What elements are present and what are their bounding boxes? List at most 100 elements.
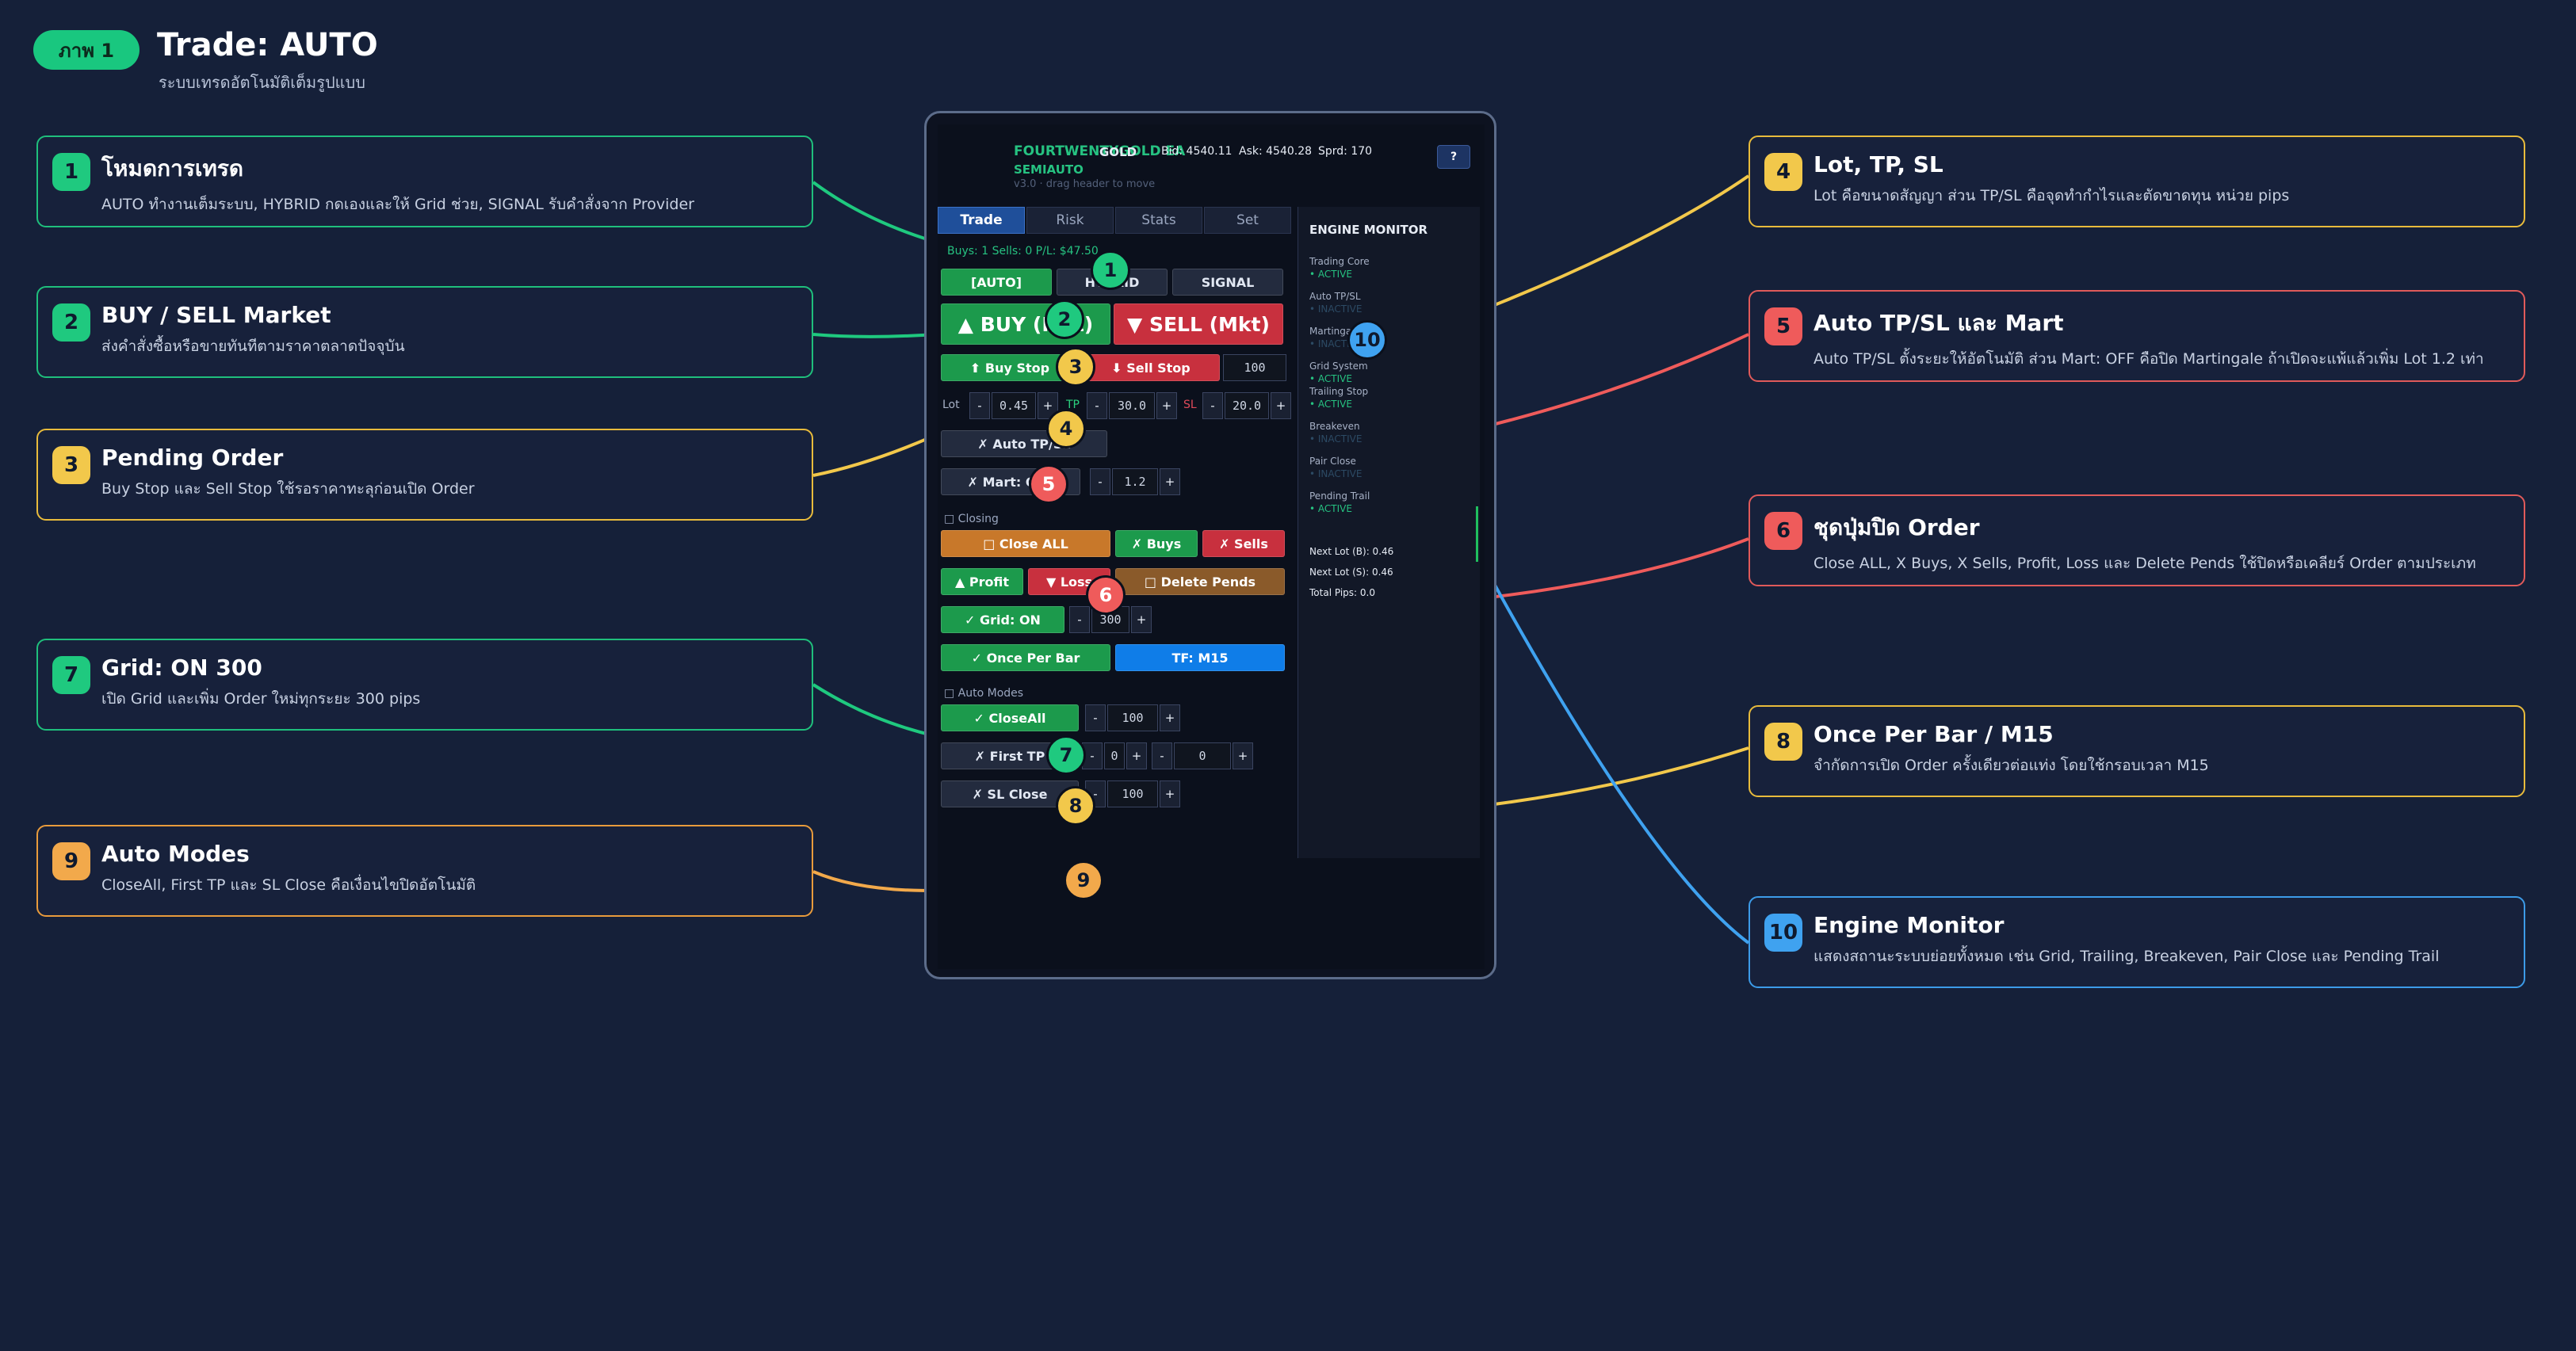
callout-desc: จำกัดการเปิด Order ครั้งเดียวต่อแท่ง โดย… [1814,757,2209,774]
spread-value: Sprd: 170 [1318,145,1373,158]
sell-market-button[interactable]: ▼ SELL (Mkt) [1114,303,1283,345]
callout-title: โหมดการเทรด [101,155,244,181]
closeall-plus-button[interactable]: + [1160,704,1180,731]
callout-3: 3 Pending Order Buy Stop และ Sell Stop ใ… [36,429,813,521]
closeall-value-input[interactable]: 100 [1107,704,1158,731]
callout-desc: Close ALL, X Buys, X Sells, Profit, Loss… [1814,555,2476,572]
callout-number: 5 [1764,307,1802,345]
sl-close-plus-button[interactable]: + [1160,780,1180,807]
first-tp2-plus-button[interactable]: + [1233,742,1253,769]
engine-monitor: ENGINE MONITOR Trading Core • ACTIVE Aut… [1298,207,1480,858]
callout-4: 4 Lot, TP, SL Lot คือขนาดสัญญา ส่วน TP/S… [1749,135,2525,227]
callout-6: 6 ชุดปุ่มปิด Order Close ALL, X Buys, X … [1749,494,2525,586]
grid-plus-button[interactable]: + [1131,606,1152,633]
engine-item-status: • ACTIVE [1309,503,1352,514]
mode-signal-button[interactable]: SIGNAL [1172,269,1283,296]
callout-title: Pending Order [101,445,284,471]
sl-input[interactable]: 20.0 [1225,392,1269,419]
engine-item-name: Trailing Stop [1309,386,1369,397]
tp-input[interactable]: 30.0 [1109,392,1155,419]
first-tp2-minus-button[interactable]: - [1152,742,1172,769]
once-per-bar-toggle[interactable]: ✓ Once Per Bar [941,644,1110,671]
closeall-mode-toggle[interactable]: ✓ CloseAll [941,704,1079,731]
callout-5: 5 Auto TP/SL และ Mart Auto TP/SL ตั้งระย… [1749,290,2525,382]
engine-monitor-title: ENGINE MONITOR [1309,223,1428,237]
engine-item-status: • INACTIVE [1309,303,1363,315]
bid-price: Bid: 4540.11 [1161,145,1233,158]
close-buys-button[interactable]: ✗ Buys [1115,530,1198,557]
callout-8: 8 Once Per Bar / M15 จำกัดการเปิด Order … [1749,705,2525,797]
callout-7: 7 Grid: ON 300 เปิด Grid และเพิ่ม Order … [36,639,813,731]
tab-stats[interactable]: Stats [1115,207,1202,234]
callout-number: 10 [1764,914,1802,952]
closeall-minus-button[interactable]: - [1085,704,1106,731]
mode-auto-button[interactable]: [AUTO] [941,269,1052,296]
callout-desc: AUTO ทำงานเต็มระบบ, HYBRID กดเองและให้ G… [101,196,694,213]
mart-plus-button[interactable]: + [1160,468,1180,495]
callout-1: 1 โหมดการเทรด AUTO ทำงานเต็มระบบ, HYBRID… [36,135,813,227]
sell-stop-button[interactable]: ⬇ Sell Stop [1082,354,1220,381]
tp-plus-button[interactable]: + [1156,392,1177,419]
help-button[interactable]: ? [1437,145,1470,169]
callout-title: ชุดปุ่มปิด Order [1814,514,1980,540]
closing-section-label: □ Closing [944,513,999,525]
first-tp-plus-button[interactable]: + [1126,742,1147,769]
timeframe-button[interactable]: TF: M15 [1115,644,1285,671]
callout-number: 3 [52,446,90,484]
buy-market-button[interactable]: ▲ BUY (Mkt) [941,303,1110,345]
close-sells-button[interactable]: ✗ Sells [1202,530,1285,557]
callout-number: 4 [1764,153,1802,191]
marker-2: 2 [1045,300,1084,339]
lot-input[interactable]: 0.45 [992,392,1036,419]
marker-1: 1 [1091,250,1130,290]
engine-item-name: Grid System [1309,361,1368,372]
callout-title: Lot, TP, SL [1814,151,1943,177]
callout-number: 1 [52,153,90,191]
marker-6: 6 [1086,575,1126,615]
first-tp-second-input[interactable]: 0 [1174,742,1231,769]
sl-minus-button[interactable]: - [1202,392,1223,419]
engine-item-name: Trading Core [1309,256,1370,267]
callout-number: 2 [52,303,90,342]
tp-minus-button[interactable]: - [1087,392,1107,419]
ask-price: Ask: 4540.28 [1239,145,1313,158]
grid-minus-button[interactable]: - [1069,606,1090,633]
callout-9: 9 Auto Modes CloseAll, First TP และ SL C… [36,825,813,917]
callout-number: 6 [1764,512,1802,550]
auto-modes-section-label: □ Auto Modes [944,687,1024,700]
callout-title: Once Per Bar / M15 [1814,721,2054,747]
tab-set[interactable]: Set [1204,207,1291,234]
delete-pending-button[interactable]: □ Delete Pends [1115,568,1285,595]
marker-4: 4 [1046,409,1086,448]
callout-title: Grid: ON 300 [101,655,262,681]
callout-title: Engine Monitor [1814,912,2005,938]
engine-item-name: Pair Close [1309,456,1356,467]
marker-9: 9 [1064,861,1103,900]
engine-item-status: • ACTIVE [1309,373,1352,384]
engine-activity-bar [1476,506,1478,562]
mart-multiplier-input[interactable]: 1.2 [1112,468,1158,495]
ea-panel[interactable]: FOURTWENTYGOLD EA GOLD Bid: 4540.11 Ask:… [938,124,1485,969]
sl-close-value-input[interactable]: 100 [1107,780,1158,807]
lot-minus-button[interactable]: - [969,392,990,419]
close-profit-button[interactable]: ▲ Profit [941,568,1023,595]
tab-trade[interactable]: Trade [938,207,1025,234]
page-badge: ภาพ 1 [33,30,140,70]
close-all-button[interactable]: □ Close ALL [941,530,1110,557]
marker-10: 10 [1347,320,1387,360]
engine-item-name: Pending Trail [1309,490,1370,502]
callout-desc: เปิด Grid และเพิ่ม Order ใหม่ทุกระยะ 300… [101,690,421,708]
mart-minus-button[interactable]: - [1090,468,1110,495]
grid-toggle[interactable]: ✓ Grid: ON [941,606,1064,633]
callout-number: 7 [52,656,90,694]
engine-item-name: Breakeven [1309,421,1360,432]
sl-plus-button[interactable]: + [1271,392,1291,419]
callout-number: 9 [52,842,90,880]
callout-title: Auto Modes [101,841,250,867]
engine-item-status: • ACTIVE [1309,269,1352,280]
first-tp-value-input[interactable]: 0 [1104,742,1125,769]
engine-item-status: • ACTIVE [1309,399,1352,410]
marker-3: 3 [1056,347,1095,387]
tab-risk[interactable]: Risk [1026,207,1114,234]
pending-distance-input[interactable]: 100 [1223,354,1286,381]
